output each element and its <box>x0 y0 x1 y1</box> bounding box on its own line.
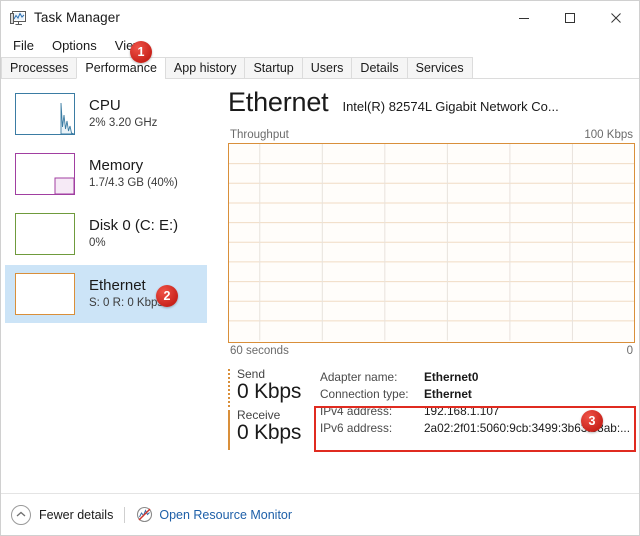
fewer-details-label: Fewer details <box>39 508 113 522</box>
title-bar: Task Manager <box>1 1 639 34</box>
resource-sidebar: CPU 2% 3.20 GHz Memory 1.7/4.3 GB (40%) <box>1 79 211 493</box>
receive-value: 0 Kbps <box>237 421 320 445</box>
tab-users[interactable]: Users <box>302 57 353 79</box>
graph-title: Throughput <box>230 129 289 141</box>
sidebar-item-memory[interactable]: Memory 1.7/4.3 GB (40%) <box>5 145 207 203</box>
graph-grid <box>229 144 634 341</box>
ethernet-detail-pane: Ethernet Intel(R) 82574L Gigabit Network… <box>212 79 639 493</box>
graph-footer: 60 seconds 0 <box>228 345 635 357</box>
ethernet-thumbnail-graph <box>15 273 75 315</box>
sidebar-item-disk[interactable]: Disk 0 (C: E:) 0% <box>5 205 207 263</box>
menu-item-file[interactable]: File <box>4 36 43 55</box>
cpu-thumbnail-graph <box>15 93 75 135</box>
detail-key: IPv4 address: <box>320 403 424 420</box>
adapter-model-label: Intel(R) 82574L Gigabit Network Co... <box>342 99 558 114</box>
detail-value-adapter-name: Ethernet0 <box>424 369 478 386</box>
menu-bar: File Options View <box>1 34 639 57</box>
maximize-icon[interactable] <box>547 1 593 34</box>
stats-row: Send 0 Kbps Receive 0 Kbps Adapter name:… <box>228 367 635 449</box>
send-value: 0 Kbps <box>237 380 320 404</box>
open-resource-monitor-link[interactable]: Open Resource Monitor <box>136 506 292 523</box>
content-area: CPU 2% 3.20 GHz Memory 1.7/4.3 GB (40%) <box>1 79 639 493</box>
tab-strip: Processes Performance App history Startu… <box>1 57 639 79</box>
annotation-badge-3: 3 <box>581 410 603 432</box>
graph-zero-label: 0 <box>627 345 633 357</box>
fewer-details-button[interactable]: Fewer details <box>11 505 113 525</box>
annotation-badge-2: 2 <box>156 285 178 307</box>
tab-startup[interactable]: Startup <box>244 57 302 79</box>
send-label: Send <box>237 367 320 381</box>
tab-services[interactable]: Services <box>407 57 473 79</box>
sidebar-item-text: Disk 0 (C: E:) 0% <box>89 218 178 250</box>
send-meter: Send 0 Kbps <box>228 367 320 404</box>
detail-key: IPv6 address: <box>320 420 424 437</box>
sidebar-item-cpu[interactable]: CPU 2% 3.20 GHz <box>5 85 207 143</box>
detail-row-adapter-name: Adapter name: Ethernet0 <box>320 369 635 386</box>
sidebar-sub-disk: 0% <box>89 237 178 250</box>
sidebar-item-text: CPU 2% 3.20 GHz <box>89 98 157 130</box>
receive-label: Receive <box>237 408 320 422</box>
disk-thumbnail-graph <box>15 213 75 255</box>
receive-legend-line <box>228 410 230 450</box>
graph-max-label: 100 Kbps <box>584 129 633 141</box>
tab-details[interactable]: Details <box>351 57 407 79</box>
sidebar-sub-cpu: 2% 3.20 GHz <box>89 117 157 130</box>
annotation-badge-1: 1 <box>130 41 152 63</box>
footer-bar: Fewer details Open Resource Monitor <box>1 493 639 535</box>
window-title: Task Manager <box>34 10 120 25</box>
detail-value-connection-type: Ethernet <box>424 386 472 403</box>
footer-separator <box>124 507 125 523</box>
sidebar-label-memory: Memory <box>89 158 178 175</box>
graph-time-axis-label: 60 seconds <box>230 345 289 357</box>
throughput-meters: Send 0 Kbps Receive 0 Kbps <box>228 367 320 449</box>
tab-app-history[interactable]: App history <box>165 57 246 79</box>
sidebar-sub-memory: 1.7/4.3 GB (40%) <box>89 177 178 190</box>
resource-monitor-label: Open Resource Monitor <box>159 508 292 522</box>
send-legend-line <box>228 369 230 409</box>
menu-item-options[interactable]: Options <box>43 36 106 55</box>
page-title: Ethernet <box>228 87 328 118</box>
detail-row-connection-type: Connection type: Ethernet <box>320 386 635 403</box>
sidebar-label-disk: Disk 0 (C: E:) <box>89 218 178 235</box>
receive-meter: Receive 0 Kbps <box>228 408 320 445</box>
close-icon[interactable] <box>593 1 639 34</box>
sidebar-item-text: Memory 1.7/4.3 GB (40%) <box>89 158 178 190</box>
throughput-graph <box>228 143 635 343</box>
window-controls <box>501 1 639 34</box>
sidebar-sub-ethernet: S: 0 R: 0 Kbps <box>89 297 163 310</box>
detail-value-ipv4: 192.168.1.107 <box>424 403 499 420</box>
resource-monitor-icon <box>136 506 153 523</box>
tab-processes[interactable]: Processes <box>1 57 77 79</box>
task-manager-icon <box>9 9 27 27</box>
graph-header: Throughput 100 Kbps <box>228 129 635 143</box>
sidebar-label-cpu: CPU <box>89 98 157 115</box>
tab-performance[interactable]: Performance <box>76 57 166 79</box>
pane-header: Ethernet Intel(R) 82574L Gigabit Network… <box>228 87 635 118</box>
sidebar-item-text: Ethernet S: 0 R: 0 Kbps <box>89 278 163 310</box>
sidebar-label-ethernet: Ethernet <box>89 278 163 295</box>
minimize-icon[interactable] <box>501 1 547 34</box>
chevron-up-icon <box>11 505 31 525</box>
detail-key: Connection type: <box>320 386 424 403</box>
memory-thumbnail-graph <box>15 153 75 195</box>
detail-key: Adapter name: <box>320 369 424 386</box>
task-manager-window: Task Manager File Options View Processes… <box>0 0 640 536</box>
adapter-details: Adapter name: Ethernet0 Connection type:… <box>320 367 635 449</box>
